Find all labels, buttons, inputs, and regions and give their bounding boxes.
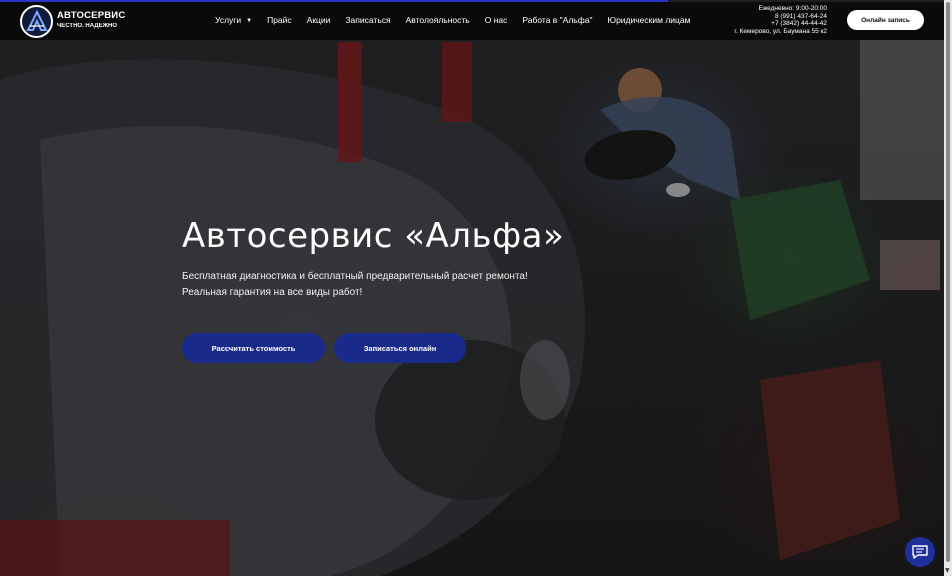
scroll-down-icon[interactable]: ▼: [945, 568, 951, 574]
hero-text-warranty: Реальная гарантия на все виды работ!: [182, 287, 363, 298]
logo-tagline: ЧЕСТНО. НАДЕЖНО: [57, 23, 117, 29]
scrollbar-thumb[interactable]: [946, 2, 950, 562]
nav-item-label: Услуги: [215, 15, 242, 25]
nav-item-careers[interactable]: Работа в "Альфа": [522, 15, 592, 25]
phone-link-2[interactable]: +7 (3842) 44-44-42: [734, 20, 827, 28]
nav-item-price[interactable]: Прайс: [267, 15, 292, 25]
online-booking-button[interactable]: Онлайн запись: [847, 10, 924, 30]
book-online-button[interactable]: Записаться онлайн: [334, 333, 466, 363]
nav-item-services[interactable]: Услуги ▼: [215, 15, 252, 25]
phone-link-1[interactable]: 8 (991) 437-64-24: [734, 13, 827, 21]
working-hours: Ежедневно: 9:00-20:00: [758, 5, 827, 12]
nav-item-corporate[interactable]: Юридическим лицам: [607, 15, 690, 25]
logo[interactable]: АВТОСЕРВИС ЧЕСТНО. НАДЕЖНО: [20, 5, 130, 38]
main-nav: Услуги ▼ Прайс Акции Записаться Автолояль…: [215, 15, 705, 25]
hero-text-diagnostics: Бесплатная диагностика и бесплатный пред…: [182, 271, 528, 282]
alpha-logo-icon: [26, 10, 48, 31]
logo-emblem: [20, 5, 53, 38]
calculate-cost-button[interactable]: Рассчитать стоимость: [182, 333, 325, 363]
contact-info: Ежедневно: 9:00-20:00 8 (991) 437-64-24 …: [734, 5, 827, 36]
chat-bubble-icon: [912, 545, 928, 559]
site-header: АВТОСЕРВИС ЧЕСТНО. НАДЕЖНО Услуги ▼ Прайс…: [0, 2, 944, 40]
address: г. Кемерово, ул. Баумана 55 к2: [734, 28, 827, 36]
nav-item-signup[interactable]: Записаться: [345, 15, 390, 25]
nav-item-about[interactable]: О нас: [485, 15, 508, 25]
logo-title: АВТОСЕРВИС: [57, 10, 126, 21]
chat-widget-button[interactable]: [905, 537, 935, 567]
nav-item-loyalty[interactable]: Автолояльность: [406, 15, 470, 25]
caret-down-icon: ▼: [246, 18, 253, 24]
nav-item-promotions[interactable]: Акции: [307, 15, 331, 25]
hero-overlay: [0, 0, 952, 576]
hero-title: Автосервис «Альфа»: [182, 216, 565, 256]
